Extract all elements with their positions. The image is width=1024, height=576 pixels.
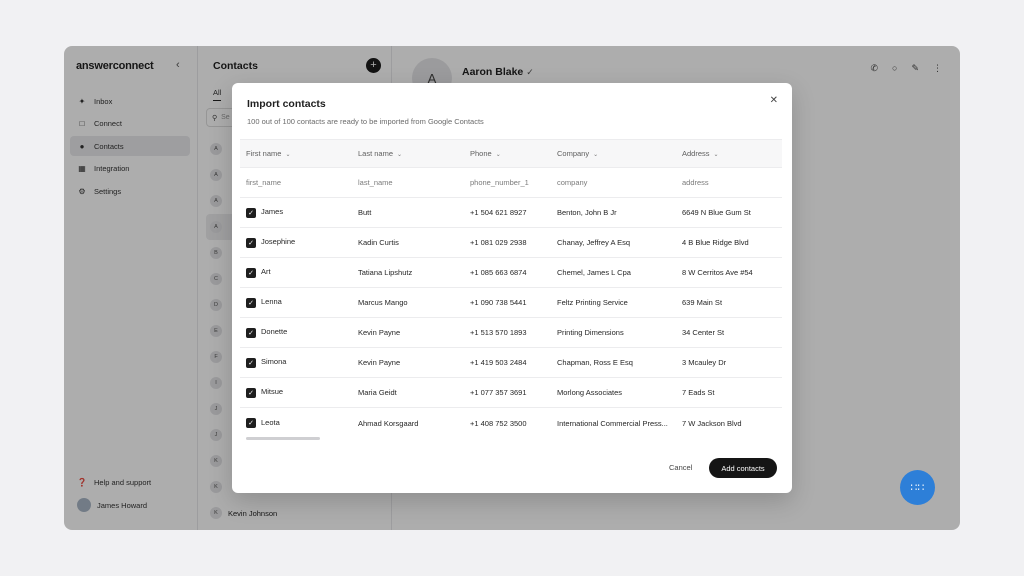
column-header[interactable]: Address ⌄	[676, 149, 782, 158]
close-icon[interactable]: ✕	[770, 95, 778, 106]
row-checkbox[interactable]: ✓	[246, 207, 256, 218]
table-row: ✓ Lenna Marcus Mango +1 090 738 5441 Felt…	[240, 288, 782, 318]
chevron-down-icon: ⌄	[713, 152, 719, 158]
table-row: ✓ Leota Ahmad Korsgaard +1 408 752 3500 I…	[240, 408, 782, 438]
row-checkbox[interactable]: ✓	[246, 297, 256, 308]
import-contacts-modal: Import contacts 100 out of 100 contacts …	[232, 83, 792, 493]
horizontal-scrollbar[interactable]	[246, 437, 320, 440]
column-header[interactable]: Phone ⌄	[464, 149, 551, 158]
chevron-down-icon: ⌄	[397, 152, 403, 158]
column-header[interactable]: First name ⌄	[240, 149, 352, 158]
dialpad-button[interactable]: ∷∷	[900, 470, 935, 505]
dialpad-icon: ∷∷	[910, 482, 925, 494]
table-header: First name ⌄ Last name ⌄ Phone ⌄ Company ⌄ A…	[240, 139, 782, 168]
modal-subtitle: 100 out of 100 contacts are ready to be …	[247, 117, 484, 126]
row-checkbox[interactable]: ✓	[246, 418, 256, 428]
field-mapping-row: first_name last_name phone_number_1 comp…	[240, 168, 782, 198]
import-table: First name ⌄ Last name ⌄ Phone ⌄ Company ⌄ A…	[240, 139, 782, 438]
chevron-down-icon: ⌄	[495, 152, 501, 158]
table-row: ✓ Simona Kevin Payne +1 419 503 2484 Chap…	[240, 348, 782, 378]
row-checkbox[interactable]: ✓	[246, 387, 256, 398]
row-checkbox[interactable]: ✓	[246, 327, 256, 338]
add-contacts-button[interactable]: Add contacts	[709, 458, 777, 478]
chevron-down-icon: ⌄	[593, 152, 599, 158]
table-row: ✓ Donette Kevin Payne +1 513 570 1893 Pri…	[240, 318, 782, 348]
column-header[interactable]: Company ⌄	[551, 149, 676, 158]
chevron-down-icon: ⌄	[285, 152, 291, 158]
table-row: ✓ James Butt +1 504 621 8927 Benton, John…	[240, 198, 782, 228]
row-checkbox[interactable]: ✓	[246, 357, 256, 368]
column-header[interactable]: Last name ⌄	[352, 149, 464, 158]
cancel-button[interactable]: Cancel	[669, 463, 692, 472]
row-checkbox[interactable]: ✓	[246, 237, 256, 248]
table-row: ✓ Mitsue Maria Geidt +1 077 357 3691 Morl…	[240, 378, 782, 408]
table-row: ✓ Josephine Kadin Curtis +1 081 029 2938 …	[240, 228, 782, 258]
row-checkbox[interactable]: ✓	[246, 267, 256, 278]
modal-title: Import contacts	[247, 98, 326, 110]
table-row: ✓ Art Tatiana Lipshutz +1 085 663 6874 Ch…	[240, 258, 782, 288]
